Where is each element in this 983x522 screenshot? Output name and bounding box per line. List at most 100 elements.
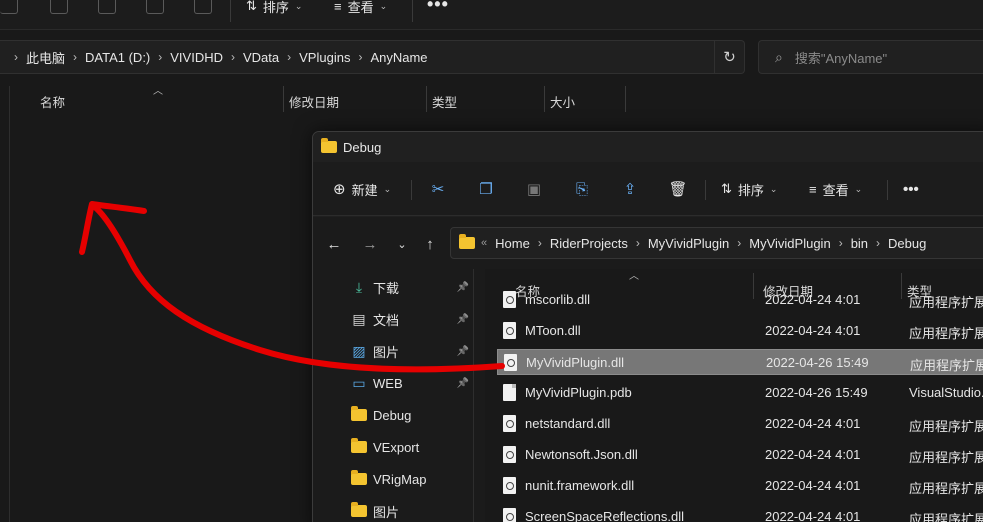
breadcrumb-chevron-icon[interactable]: › [636, 236, 640, 250]
sidebar-item[interactable]: Debug [351, 403, 469, 427]
sidebar-item[interactable]: 图片 [351, 499, 469, 522]
share-icon[interactable]: ⇪ [620, 179, 640, 199]
cut-icon[interactable]: ✂ [428, 179, 448, 199]
toolbar-separator [412, 0, 413, 22]
breadcrumb-item[interactable]: VIVIDHD [170, 50, 223, 65]
pin-icon[interactable]: 📌 [457, 378, 469, 389]
file-row[interactable]: MyVividPlugin.pdb 2022-04-26 15:49 VisualS… [497, 380, 983, 406]
column-name[interactable]: 名称 [40, 92, 65, 111]
sidebar-item[interactable]: VExport [351, 435, 469, 459]
breadcrumb-chevron-icon[interactable]: › [73, 50, 77, 64]
breadcrumb-item[interactable]: VData [243, 50, 279, 65]
file-modified-date: 2022-04-26 15:49 [766, 355, 869, 370]
breadcrumb-item[interactable]: bin [851, 236, 868, 251]
cut-icon[interactable] [0, 0, 18, 14]
copy-icon[interactable]: ❐ [476, 179, 496, 199]
pin-icon[interactable]: 📌 [457, 314, 469, 325]
sort-label: 排序 [737, 182, 764, 198]
up-arrow-icon[interactable]: ↑ [419, 233, 441, 255]
breadcrumb-chevron-icon[interactable]: › [876, 236, 880, 250]
pin-icon[interactable]: 📌 [457, 282, 469, 293]
view-button[interactable]: ≡ 查看 ⌄ [809, 178, 862, 200]
column-separator[interactable] [625, 86, 626, 112]
file-row[interactable]: nunit.framework.dll 2022-04-24 4:01 应用程序扩展 [497, 473, 983, 499]
breadcrumb-item[interactable]: MyVividPlugin [648, 236, 729, 251]
new-button[interactable]: ⊕ 新建 ⌄ [333, 178, 391, 200]
breadcrumb-item[interactable]: Debug [888, 236, 926, 251]
file-row[interactable]: MToon.dll 2022-04-24 4:01 应用程序扩展 [497, 318, 983, 344]
address-bar[interactable]: « Home › RiderProjects › MyVividPlugin › MyViv… [450, 227, 983, 259]
breadcrumb-item[interactable]: VPlugins [299, 50, 350, 65]
file-type: 应用程序扩展 [909, 326, 983, 341]
dll-file-icon [503, 446, 516, 463]
paste-icon[interactable] [98, 0, 116, 14]
sort-button[interactable]: ⇅ 排序 ⌄ [721, 178, 777, 200]
sort-icon: ⇅ [246, 0, 257, 13]
breadcrumb-item[interactable]: DATA1 (D:) [85, 50, 150, 65]
forward-arrow-icon[interactable]: → [359, 233, 381, 255]
dll-file-icon [503, 322, 516, 339]
sidebar-item-label: VRigMap [373, 471, 427, 487]
column-type[interactable]: 类型 [432, 92, 457, 111]
search-input[interactable]: ⌕ 搜索"AnyName" [758, 40, 983, 74]
rename-icon[interactable]: ⎘ [572, 179, 592, 199]
back-arrow-icon[interactable]: ← [323, 233, 345, 255]
breadcrumb-chevron-icon[interactable]: › [737, 236, 741, 250]
paste-icon[interactable]: ▣ [524, 179, 544, 199]
sort-label: 排序 [262, 0, 289, 15]
more-options-button[interactable]: ••• [903, 178, 919, 200]
overflow-chevron-icon[interactable]: « [481, 237, 487, 249]
file-row[interactable]: Newtonsoft.Json.dll 2022-04-24 4:01 应用程序扩展 [497, 442, 983, 468]
folder-icon [351, 470, 367, 485]
recent-locations-chevron-icon[interactable]: ⌄ [391, 233, 413, 255]
share-icon[interactable] [146, 0, 164, 14]
view-button[interactable]: ≡ 查看 ⌄ [334, 0, 387, 16]
folder-icon [351, 502, 367, 517]
file-row[interactable]: netstandard.dll 2022-04-24 4:01 应用程序扩展 [497, 411, 983, 437]
breadcrumb-chevron-icon[interactable]: › [14, 50, 18, 64]
file-name: Newtonsoft.Json.dll [525, 447, 638, 462]
column-separator[interactable] [544, 86, 545, 112]
breadcrumb-item[interactable]: MyVividPlugin [749, 236, 830, 251]
breadcrumb-chevron-icon[interactable]: › [358, 50, 362, 64]
file-row[interactable]: ScreenSpaceReflections.dll 2022-04-24 4:0… [497, 504, 983, 522]
sidebar-item[interactable]: ▤ 文档 📌 [351, 307, 469, 331]
copy-icon[interactable] [50, 0, 68, 14]
file-modified-date: 2022-04-24 4:01 [765, 478, 861, 493]
file-row-selected[interactable]: MyVividPlugin.dll 2022-04-26 15:49 应用程序扩展 [497, 349, 983, 375]
sort-button[interactable]: ⇅ 排序 ⌄ [246, 0, 302, 16]
pin-icon[interactable]: 📌 [457, 346, 469, 357]
address-bar[interactable]: › 此电脑 › DATA1 (D:) › VIVIDHD › VData › VPlugins › A… [0, 40, 745, 74]
refresh-icon[interactable]: ↻ [714, 41, 744, 73]
breadcrumb-chevron-icon[interactable]: › [839, 236, 843, 250]
breadcrumb-chevron-icon[interactable]: › [231, 50, 235, 64]
column-separator[interactable] [283, 86, 284, 112]
file-type: 应用程序扩展 [910, 358, 983, 373]
breadcrumb-chevron-icon[interactable]: › [158, 50, 162, 64]
sidebar-item[interactable]: ⤓ 下载 📌 [351, 275, 469, 299]
sidebar-item-label: WEB [373, 375, 403, 391]
dll-file-icon [503, 508, 516, 522]
breadcrumb-item[interactable]: Home [495, 236, 530, 251]
breadcrumb-item[interactable]: RiderProjects [550, 236, 628, 251]
column-modified[interactable]: 修改日期 [289, 92, 339, 111]
delete-icon[interactable]: 🗑 [668, 179, 688, 199]
column-size[interactable]: 大小 [550, 92, 575, 111]
window-title-bar[interactable]: Debug [313, 132, 983, 162]
file-list: ︿ 名称 修改日期 类型 mscorlib.dll 2022-04-24 4:01… [485, 269, 983, 522]
breadcrumb-item[interactable]: AnyName [370, 50, 427, 65]
file-name: mscorlib.dll [525, 292, 591, 307]
more-options-button[interactable]: ••• [427, 0, 449, 15]
sidebar-item[interactable]: ▨ 图片 📌 [351, 339, 469, 363]
breadcrumb-item[interactable]: 此电脑 [26, 48, 65, 67]
column-separator[interactable] [426, 86, 427, 112]
dll-file-icon [503, 291, 516, 308]
sidebar-item[interactable]: VRigMap [351, 467, 469, 491]
file-row[interactable]: mscorlib.dll 2022-04-24 4:01 应用程序扩展 [497, 287, 983, 313]
breadcrumb-chevron-icon[interactable]: › [287, 50, 291, 64]
folder-icon [321, 138, 337, 153]
file-icon [503, 384, 516, 401]
breadcrumb-chevron-icon[interactable]: › [538, 236, 542, 250]
delete-icon[interactable] [194, 0, 212, 14]
sidebar-item[interactable]: ▭ WEB 📌 [351, 371, 469, 395]
